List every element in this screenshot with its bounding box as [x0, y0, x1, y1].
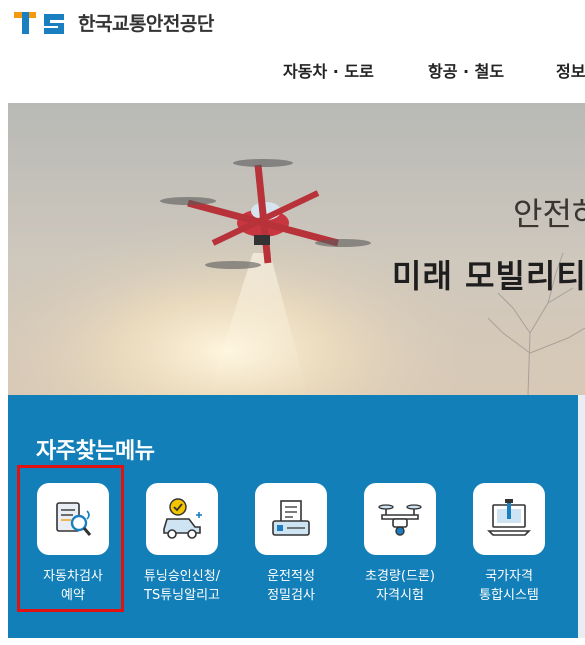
site-header: 한국교통안전공단 자동차 · 도로 항공 · 철도 정보: [0, 0, 585, 100]
nav-item-road[interactable]: 자동차 · 도로: [283, 58, 374, 82]
tuning-car-icon: [163, 498, 202, 539]
quick-menu-aptitude-test[interactable]: 운전적성 정밀검사: [236, 483, 346, 605]
drone-icon: [378, 504, 422, 536]
certification-system-icon: [487, 499, 531, 536]
quick-menu-label: 운전적성 정밀검사: [236, 567, 346, 605]
quick-menu-label: 국가자격 통합시스템: [454, 567, 564, 605]
highlight-box: [17, 465, 124, 612]
quick-menu-icon-box: [146, 483, 218, 555]
quick-menu-drone-exam[interactable]: 초경량(드론) 자격시험: [345, 483, 455, 605]
nav-item-air-rail[interactable]: 항공 · 철도: [428, 58, 504, 82]
quick-menu-tuning[interactable]: 튜닝승인신청/ TS튜닝알리고: [127, 483, 237, 605]
quick-menu-icon-box: [473, 483, 545, 555]
section-edge: [578, 395, 585, 638]
quick-menu-icon-box: [364, 483, 436, 555]
quick-menu-label-line2: TS튜닝알리고: [144, 588, 220, 603]
ts-logo-icon: [14, 12, 64, 34]
nav-item-info[interactable]: 정보: [556, 58, 585, 82]
quick-menu-icon-box: [255, 483, 327, 555]
hero-drone-image: [8, 103, 585, 395]
quick-menu-label-line2: 자격시험: [376, 588, 424, 603]
quick-menu-label-line2: 통합시스템: [479, 588, 539, 603]
quick-menu-label-line2: 정밀검사: [267, 588, 315, 603]
hero-banner[interactable]: 안전하 미래 모빌리티: [8, 103, 585, 395]
aptitude-test-icon: [272, 500, 310, 536]
quick-menu-label-line1: 운전적성: [267, 569, 315, 584]
quick-menu-label-line1: 국가자격: [485, 569, 533, 584]
quick-menu-label: 튜닝승인신청/ TS튜닝알리고: [127, 567, 237, 605]
quick-menu-certification[interactable]: 국가자격 통합시스템: [454, 483, 564, 605]
site-logo[interactable]: 한국교통안전공단: [14, 8, 214, 36]
logo-text: 한국교통안전공단: [78, 12, 214, 35]
hero-title: 미래 모빌리티: [392, 257, 585, 295]
main-nav: 자동차 · 도로 항공 · 철도 정보: [0, 58, 585, 84]
quick-menu-label: 초경량(드론) 자격시험: [345, 567, 455, 605]
hero-subtitle: 안전하: [513, 195, 585, 233]
quick-menu-label-line1: 튜닝승인신청/: [143, 569, 221, 584]
quick-menu-label-line1: 초경량(드론): [365, 569, 435, 584]
quick-menu-title: 자주찾는메뉴: [36, 439, 155, 464]
